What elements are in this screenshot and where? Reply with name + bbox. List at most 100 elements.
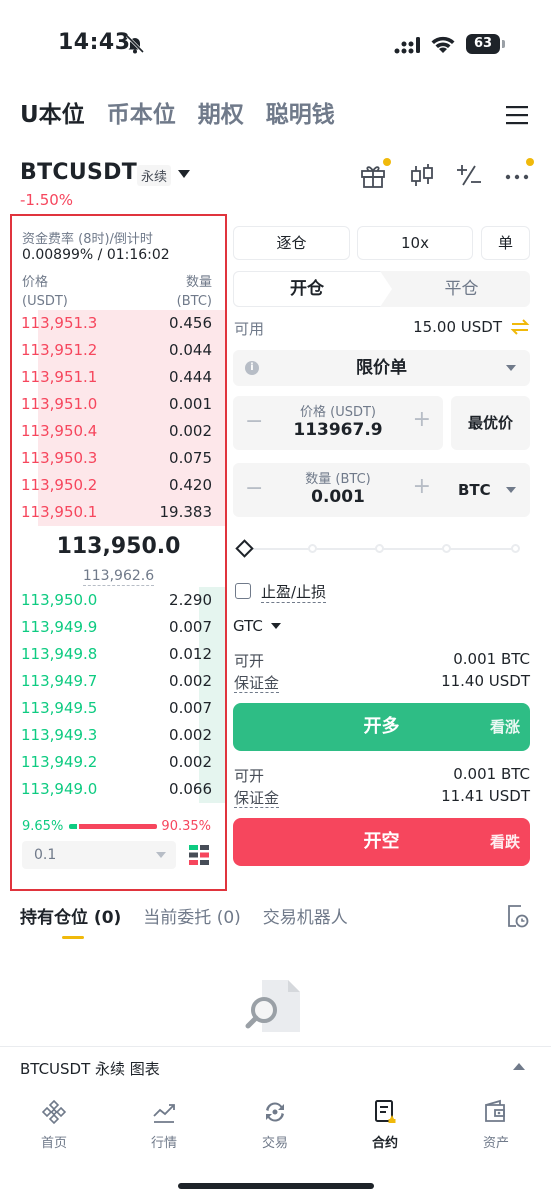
calculator-icon[interactable] [455, 160, 483, 190]
bid-qty: 2.290 [169, 591, 212, 609]
open-long-label: 开多 [363, 716, 400, 737]
slider-tick[interactable] [375, 544, 384, 553]
ask-row[interactable]: 113,951.2 0.044 [12, 337, 225, 364]
orderbook-layout-icon[interactable] [188, 844, 210, 866]
short-margin-label-text: 保证金 [234, 789, 280, 808]
order-type-label: 限价单 [356, 358, 407, 378]
short-margin-label[interactable]: 保证金 [234, 787, 280, 808]
nav-home[interactable]: 首页 [14, 1098, 94, 1151]
nav-trade[interactable]: 交易 [235, 1098, 315, 1151]
slider-tick[interactable] [308, 544, 317, 553]
bid-row[interactable]: 113,949.2 0.002 [12, 749, 225, 776]
quantity-input-value[interactable]: 0.001 [233, 487, 443, 507]
position-mode-button[interactable]: 单 [481, 226, 530, 260]
bid-row[interactable]: 113,949.7 0.002 [12, 668, 225, 695]
gift-icon[interactable] [359, 160, 387, 190]
slider-tick[interactable] [442, 544, 451, 553]
nav-label: 交易 [261, 1136, 288, 1151]
ask-qty: 0.456 [169, 314, 212, 332]
nav-markets[interactable]: 行情 [124, 1098, 204, 1151]
tab-positions[interactable]: 持有仓位 (0) [20, 903, 121, 928]
tab-options[interactable]: 期权 [198, 98, 244, 132]
tab-arrow [380, 271, 392, 307]
leverage-button[interactable]: 10x [357, 226, 473, 260]
buy-sell-ratio-bar [69, 824, 157, 829]
wallet-icon [485, 1099, 505, 1122]
bid-row[interactable]: 113,949.9 0.007 [12, 614, 225, 641]
slider-thumb[interactable] [235, 539, 254, 558]
tab-open-position[interactable]: 开仓 [233, 271, 381, 307]
bid-row[interactable]: 113,950.0 2.290 [12, 587, 225, 614]
bid-qty: 0.002 [169, 672, 212, 690]
quantity-slider[interactable] [235, 539, 522, 559]
order-type-select[interactable]: i 限价单 [233, 350, 530, 386]
ask-price: 113,950.2 [21, 476, 98, 494]
plus-icon[interactable]: + [413, 407, 431, 432]
long-margin-value: 11.40 USDT [441, 672, 530, 690]
price-input-value[interactable]: 113967.9 [233, 420, 443, 440]
tpsl-label[interactable]: 止盈/止损 [261, 581, 327, 603]
futures-document-icon [375, 1100, 396, 1123]
ask-row[interactable]: 113,951.1 0.444 [12, 364, 225, 391]
quantity-unit-select[interactable]: BTC [446, 463, 530, 517]
chart-bar-label: BTCUSDT 永续 图表 [20, 1060, 160, 1078]
price-input[interactable]: − 价格 (USDT) 113967.9 + [233, 396, 443, 450]
price-step-select[interactable]: 0.1 [22, 841, 176, 869]
bid-row[interactable]: 113,949.5 0.007 [12, 695, 225, 722]
tab-trading-bots[interactable]: 交易机器人 [263, 903, 348, 928]
ask-row[interactable]: 113,950.1 19.383 [12, 499, 225, 526]
chart-toggle-bar[interactable]: BTCUSDT 永续 图表 [0, 1046, 551, 1086]
order-history-icon[interactable] [505, 903, 529, 929]
plus-icon[interactable]: + [413, 474, 431, 499]
available-label: 可用 [234, 320, 265, 338]
ask-row[interactable]: 113,950.3 0.075 [12, 445, 225, 472]
bid-row[interactable]: 113,949.8 0.012 [12, 641, 225, 668]
symbol-name[interactable]: BTCUSDT [20, 160, 137, 185]
binance-logo-icon [41, 1099, 67, 1125]
ask-qty: 0.001 [169, 395, 212, 413]
mark-price-value: 113,962.6 [82, 568, 155, 586]
short-max-value: 0.001 BTC [453, 765, 530, 783]
nav-label: 资产 [482, 1136, 509, 1151]
price-input-label: 价格 (USDT) [300, 405, 376, 420]
slider-tick[interactable] [511, 544, 520, 553]
buy-ratio: 9.65% [22, 819, 64, 834]
time-in-force-select[interactable]: GTC [233, 617, 263, 635]
candlestick-icon[interactable] [408, 160, 436, 190]
battery-tip [502, 40, 505, 48]
bid-row[interactable]: 113,949.0 0.066 [12, 776, 225, 803]
bid-qty: 0.002 [169, 726, 212, 744]
chevron-up-icon[interactable] [513, 1063, 525, 1070]
open-long-button[interactable]: 开多 看涨 [233, 703, 530, 751]
tab-coinm[interactable]: 币本位 [107, 98, 176, 132]
tab-smart-money[interactable]: 聪明钱 [266, 98, 335, 132]
ask-row[interactable]: 113,950.4 0.002 [12, 418, 225, 445]
transfer-icon[interactable] [510, 318, 530, 336]
open-short-button[interactable]: 开空 看跌 [233, 818, 530, 866]
quantity-unit-value: BTC [458, 481, 491, 499]
bid-row[interactable]: 113,949.3 0.002 [12, 722, 225, 749]
short-margin-value: 11.41 USDT [441, 787, 530, 805]
tab-usdm[interactable]: U本位 [20, 98, 85, 132]
chevron-down-icon[interactable] [178, 170, 190, 178]
mark-price[interactable]: 113,962.6 [12, 568, 225, 586]
funding-rate-label[interactable]: 资金费率 (8时)/倒计时 [22, 228, 153, 247]
price-step-value: 0.1 [34, 847, 57, 863]
active-tab-indicator [62, 936, 84, 939]
caret-down-icon[interactable] [271, 623, 281, 629]
long-margin-label[interactable]: 保证金 [234, 672, 280, 693]
best-price-button[interactable]: 最优价 [451, 396, 530, 450]
ask-row[interactable]: 113,950.2 0.420 [12, 472, 225, 499]
tab-close-position[interactable]: 平仓 [393, 271, 530, 307]
short-max-label: 可开 [234, 767, 265, 785]
open-close-switch: 开仓 平仓 [233, 271, 530, 307]
tab-open-orders[interactable]: 当前委托 (0) [143, 903, 240, 928]
ask-row[interactable]: 113,951.0 0.001 [12, 391, 225, 418]
bid-qty: 0.012 [169, 645, 212, 663]
margin-mode-button[interactable]: 逐仓 [233, 226, 350, 260]
menu-icon[interactable] [505, 104, 529, 126]
ask-row[interactable]: 113,951.3 0.456 [12, 310, 225, 337]
tpsl-checkbox[interactable] [235, 583, 251, 599]
nav-futures[interactable]: 合约 [345, 1098, 425, 1151]
nav-assets[interactable]: 资产 [456, 1098, 536, 1151]
